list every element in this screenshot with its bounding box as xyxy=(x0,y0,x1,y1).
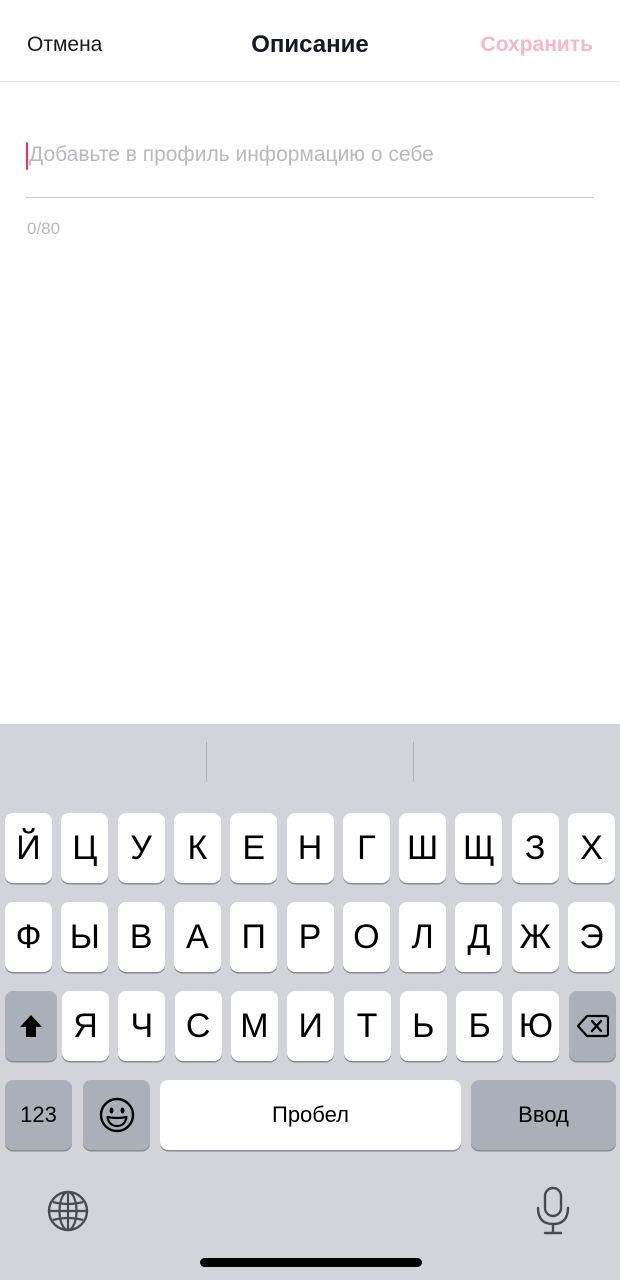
shift-key[interactable] xyxy=(5,991,57,1061)
text-cursor xyxy=(26,142,28,170)
globe-icon xyxy=(46,1189,90,1238)
key-row1-2[interactable]: У xyxy=(117,813,165,883)
key-row2-10[interactable]: Э xyxy=(568,902,615,972)
suggestion-divider xyxy=(413,742,414,782)
key-row1-1[interactable]: Ц xyxy=(61,813,109,883)
key-row1-5[interactable]: Н xyxy=(286,813,334,883)
key-row3-1[interactable]: Ч xyxy=(118,991,166,1061)
key-row2-5[interactable]: Р xyxy=(286,902,334,972)
backspace-key[interactable] xyxy=(569,991,616,1061)
key-row2-0[interactable]: Ф xyxy=(5,902,52,972)
key-row1-8[interactable]: Щ xyxy=(455,813,503,883)
key-row1-6[interactable]: Г xyxy=(342,813,390,883)
emoji-key[interactable] xyxy=(83,1080,150,1150)
key-row1-10[interactable]: Х xyxy=(568,813,615,883)
numbers-key[interactable]: 123 xyxy=(5,1080,72,1150)
key-row2-1[interactable]: Ы xyxy=(61,902,109,972)
key-row3-6[interactable]: Ь xyxy=(399,991,447,1061)
key-row3-8[interactable]: Ю xyxy=(512,991,560,1061)
emoji-icon xyxy=(99,1097,135,1133)
key-row2-3[interactable]: А xyxy=(173,902,221,972)
key-row1-7[interactable]: Ш xyxy=(399,813,447,883)
space-key[interactable]: Пробел xyxy=(160,1080,461,1150)
nav-header: Отмена Описание Сохранить xyxy=(0,0,620,82)
key-row2-9[interactable]: Ж xyxy=(511,902,559,972)
key-row1-9[interactable]: З xyxy=(511,813,559,883)
character-counter: 0/80 xyxy=(27,219,61,238)
key-row2-8[interactable]: Д xyxy=(455,902,503,972)
globe-button[interactable] xyxy=(46,1189,90,1238)
return-key[interactable]: Ввод xyxy=(471,1080,616,1150)
key-row3-2[interactable]: С xyxy=(174,991,222,1061)
save-button[interactable]: Сохранить xyxy=(481,33,593,57)
key-row2-2[interactable]: В xyxy=(117,902,165,972)
backspace-icon xyxy=(576,1014,609,1038)
key-row2-6[interactable]: О xyxy=(342,902,390,972)
microphone-icon xyxy=(534,1186,572,1241)
key-row3-4[interactable]: И xyxy=(287,991,335,1061)
key-row3-7[interactable]: Б xyxy=(456,991,504,1061)
keyboard: ЙЦУКЕНГШЩЗХ ФЫВАПРОЛДЖЭ ЯЧСМИТЬБЮ 123 Пр… xyxy=(0,724,620,1280)
key-row3-3[interactable]: М xyxy=(230,991,278,1061)
key-row3-5[interactable]: Т xyxy=(343,991,391,1061)
key-row1-4[interactable]: Е xyxy=(230,813,278,883)
suggestion-divider xyxy=(206,742,207,782)
dictation-button[interactable] xyxy=(532,1186,574,1241)
key-row1-3[interactable]: К xyxy=(173,813,221,883)
bio-placeholder: Добавьте в профиль информацию о себе xyxy=(29,143,434,166)
key-row1-0[interactable]: Й xyxy=(5,813,52,883)
key-row3-0[interactable]: Я xyxy=(62,991,109,1061)
key-row2-4[interactable]: П xyxy=(230,902,278,972)
bio-input[interactable]: Добавьте в профиль информацию о себе xyxy=(26,135,594,198)
shift-icon xyxy=(18,1013,44,1039)
home-indicator xyxy=(200,1258,422,1267)
key-row2-7[interactable]: Л xyxy=(399,902,447,972)
